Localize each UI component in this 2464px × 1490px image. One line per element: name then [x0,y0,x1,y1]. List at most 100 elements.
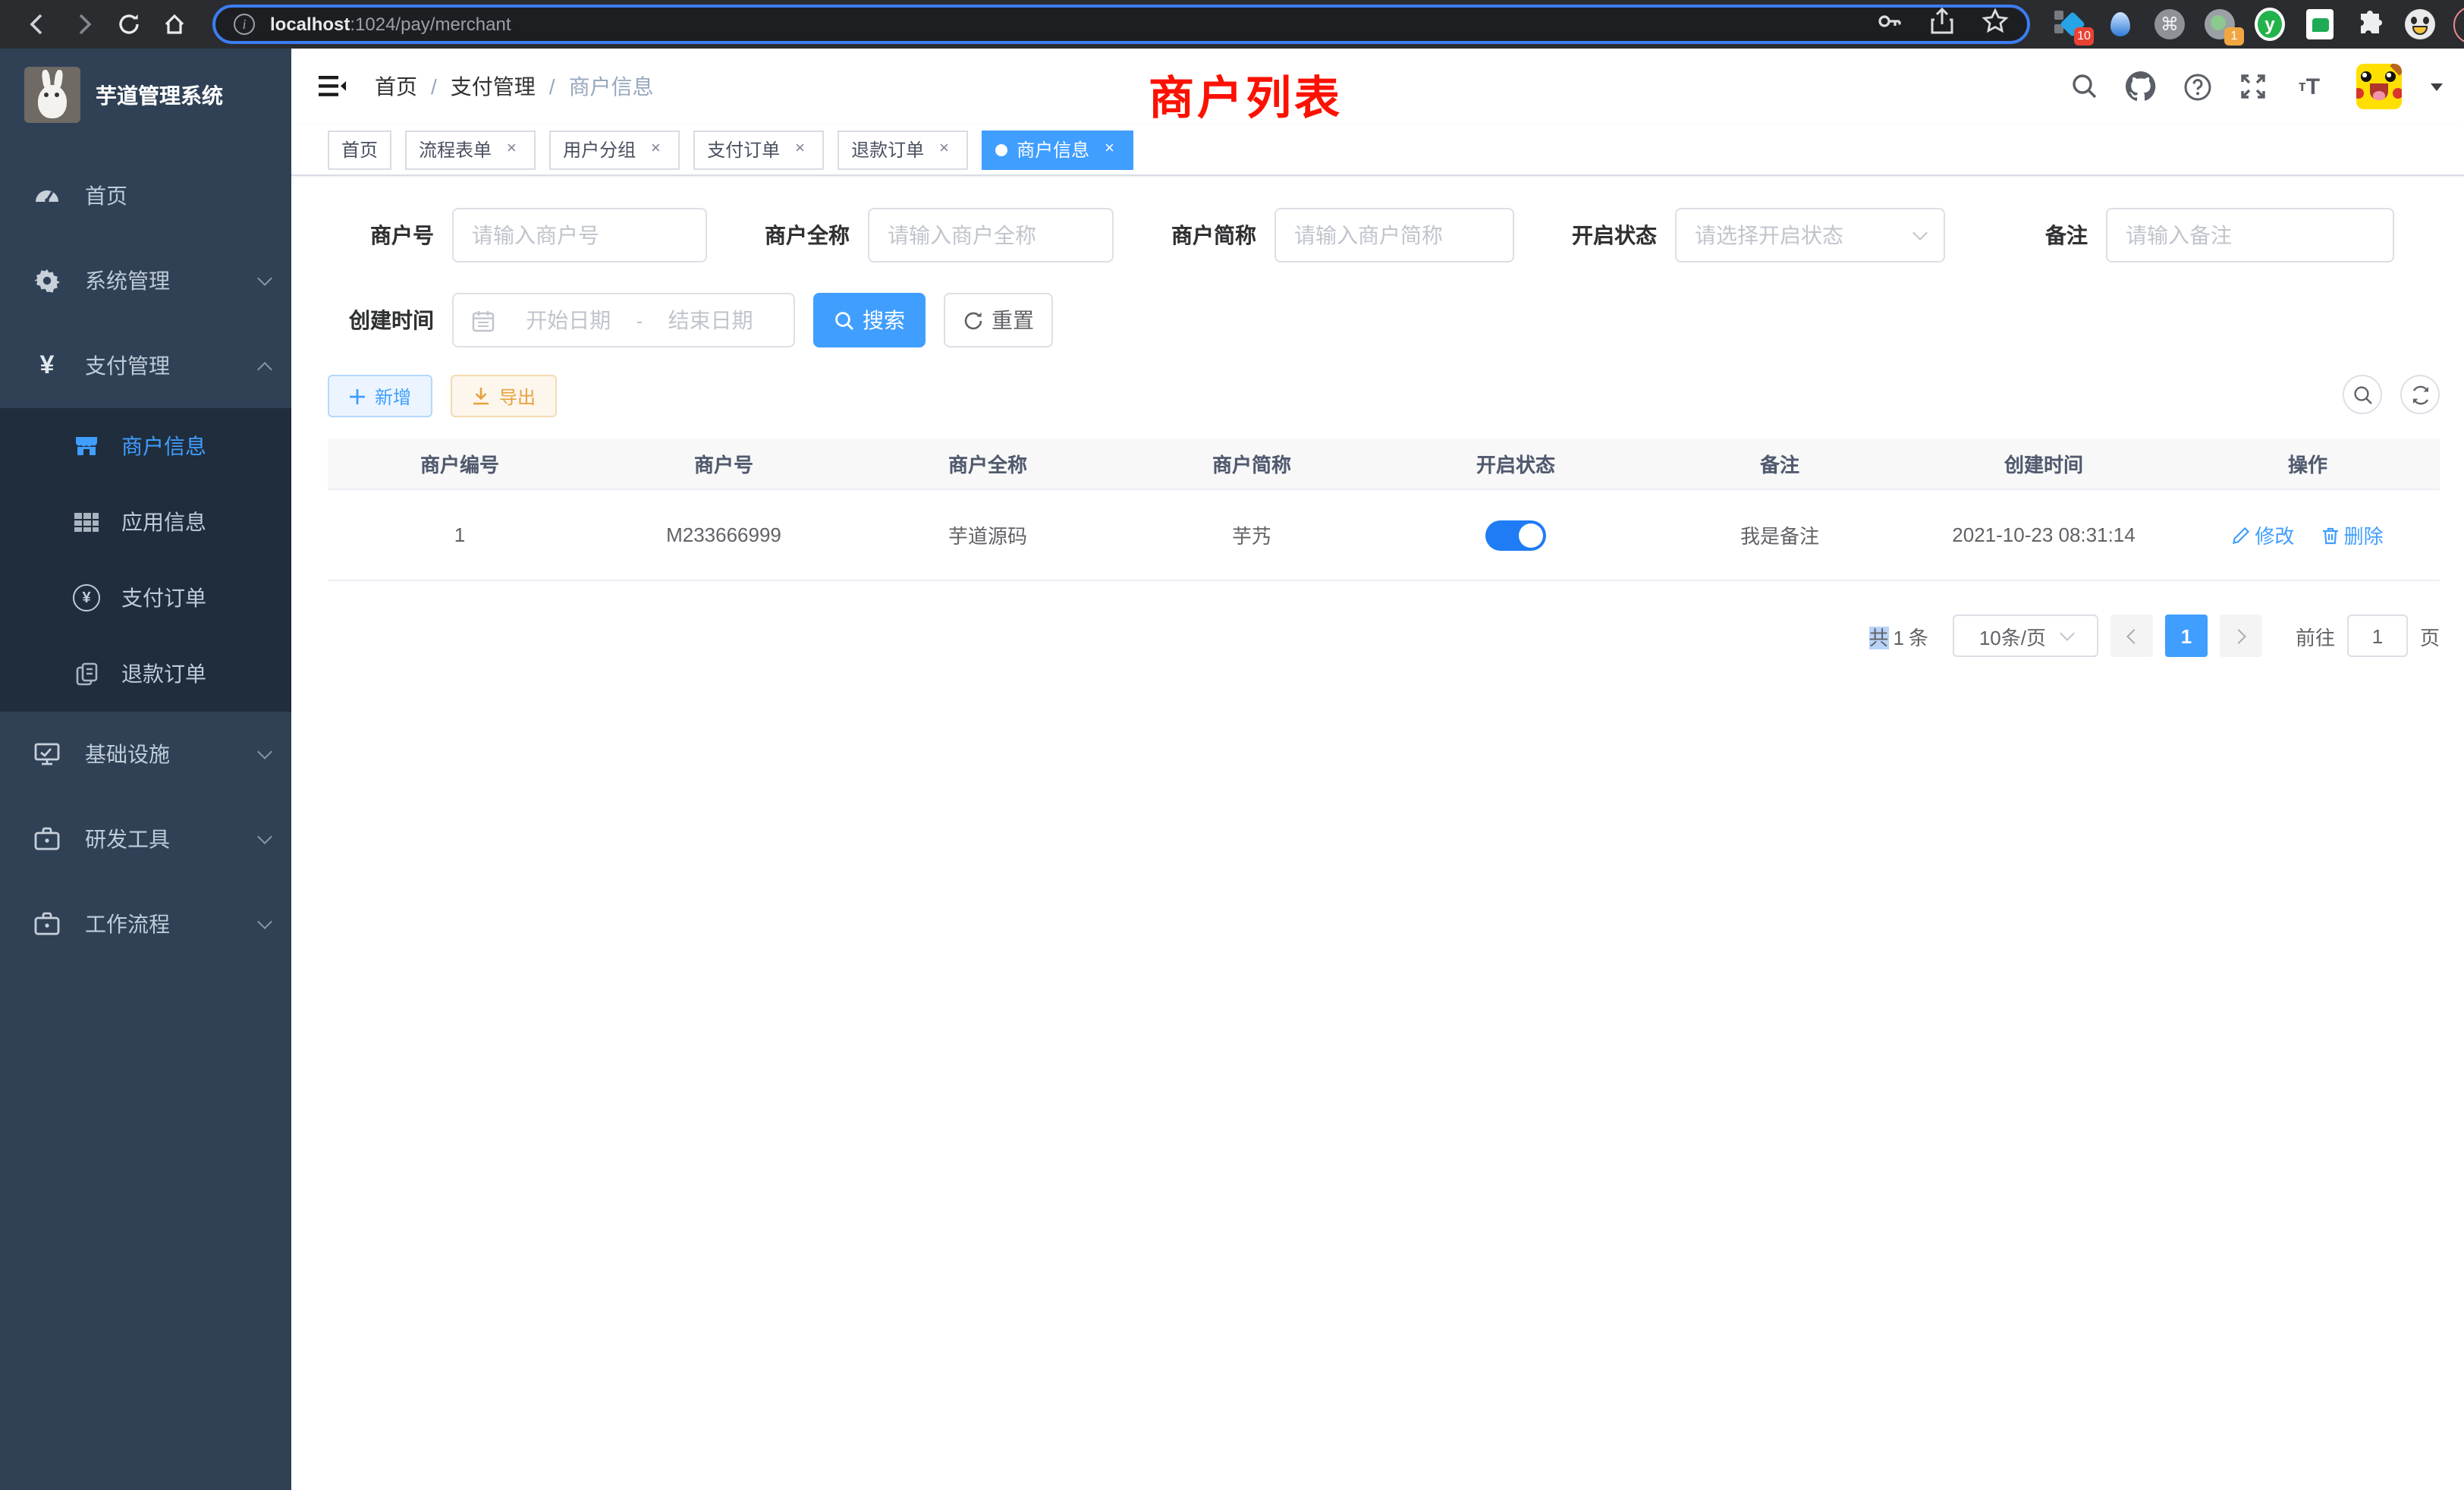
sidebar-item-refund-order[interactable]: 退款订单 [0,636,291,712]
search-icon[interactable] [2070,71,2100,102]
add-button[interactable]: 新增 [328,375,432,417]
cell-create-time: 2021-10-23 08:31:14 [1912,523,2176,546]
help-icon[interactable] [2182,71,2212,102]
extensions-puzzle-icon[interactable] [2355,9,2385,39]
tab-home[interactable]: 首页 [328,130,391,169]
sidebar-item-merchant-info[interactable]: 商户信息 [0,408,291,484]
dashboard-icon [33,182,61,209]
profile-avatar-icon[interactable] [2405,9,2435,39]
site-info-icon[interactable]: i [234,14,255,35]
date-separator: - [633,309,646,332]
search-button[interactable]: 搜索 [813,293,926,347]
filter-row-2: 创建时间 - 搜索 重置 [291,293,2464,347]
bookmark-star-icon[interactable] [1982,7,2009,42]
tab-user-group[interactable]: 用户分组 [549,130,680,169]
sidebar-item-pay-order[interactable]: 支付订单 [0,560,291,636]
chevron-down-icon [2059,626,2074,641]
password-key-icon[interactable] [1875,7,1903,42]
status-select[interactable] [1675,208,1945,262]
tab-close-icon[interactable] [501,139,522,160]
sidebar-item-label: 商户信息 [121,431,270,461]
address-bar[interactable]: i localhost:1024/pay/merchant [212,5,2030,44]
sidebar-item-home[interactable]: 首页 [0,153,291,238]
filter-create-time: 创建时间 - [328,293,795,347]
tab-pay-order[interactable]: 支付订单 [693,130,824,169]
extension-command-icon[interactable]: ⌘ [2154,9,2185,39]
forward-icon[interactable] [61,5,106,44]
share-icon[interactable] [1930,7,1954,42]
sidebar-logo[interactable]: 芋道管理系统 [0,49,291,144]
url-host: localhost [270,14,350,35]
toggle-search-button[interactable] [2343,375,2382,414]
tab-close-icon[interactable] [933,139,954,160]
sidebar-item-infra[interactable]: 基础设施 [0,712,291,797]
browser-update-button[interactable]: 更新 [2453,5,2464,43]
refresh-table-button[interactable] [2400,375,2440,414]
remark-input[interactable] [2126,223,2374,247]
column-header: 开启状态 [1384,449,1648,478]
cell-operations: 修改 删除 [2176,520,2440,549]
sidebar-item-dev-tools[interactable]: 研发工具 [0,797,291,882]
tab-close-icon[interactable] [645,139,666,160]
home-icon[interactable] [152,5,197,44]
breadcrumb-current: 商户信息 [569,71,654,102]
prev-page-button[interactable] [2110,615,2153,657]
page-unit-label: 页 [2420,621,2440,650]
page-number-1[interactable]: 1 [2165,615,2208,657]
field-label: 备注 [1982,220,2106,250]
end-date-input[interactable] [646,308,775,332]
page-size-select[interactable]: 10条/页 [1953,615,2098,657]
tab-merchant-info-active[interactable]: 商户信息 [982,130,1133,169]
sidebar-item-workflow[interactable]: 工作流程 [0,882,291,967]
sidebar-collapse-icon[interactable] [314,68,350,105]
reset-button[interactable]: 重置 [944,293,1053,347]
extension-y-icon[interactable]: y [2255,9,2285,39]
sidebar-item-system[interactable]: 系统管理 [0,238,291,323]
start-date-input[interactable] [504,308,633,332]
delete-link[interactable]: 删除 [2321,520,2384,549]
next-page-button[interactable] [2220,615,2262,657]
extension-diamond-icon[interactable]: 10 [2054,9,2085,39]
calendar-icon [472,309,495,332]
column-header: 商户号 [592,449,856,478]
date-range-picker[interactable]: - [452,293,795,347]
tab-close-icon[interactable] [1098,139,1120,160]
refresh-icon[interactable] [106,5,152,44]
back-icon[interactable] [15,5,61,44]
user-avatar[interactable] [2356,64,2402,109]
github-icon[interactable] [2126,71,2156,102]
status-toggle[interactable] [1485,520,1546,550]
navbar-actions: тT [2070,64,2443,109]
extension-recorder-icon[interactable]: 1 [2205,9,2235,39]
sidebar-item-app-info[interactable]: 应用信息 [0,484,291,560]
cell-full-name: 芋道源码 [856,520,1120,549]
column-header: 商户简称 [1120,449,1384,478]
status-select-input[interactable] [1695,223,1915,247]
extension-chat-icon[interactable] [2305,9,2335,39]
filter-row-1: 商户号 商户全称 商户简称 开启状态 备注 [291,208,2464,262]
sidebar: 芋道管理系统 首页 系统管理 支付管理 [0,49,291,1490]
extension-balloon-icon[interactable] [2104,9,2135,39]
tab-refund-order[interactable]: 退款订单 [838,130,968,169]
tab-process-form[interactable]: 流程表单 [405,130,536,169]
breadcrumb-home[interactable]: 首页 [375,71,417,102]
edit-link[interactable]: 修改 [2232,520,2294,549]
sidebar-item-label: 研发工具 [85,824,259,854]
font-size-icon[interactable]: тT [2294,71,2324,102]
document-icon [73,660,100,687]
merchant-no-input[interactable] [472,223,687,247]
filter-status: 开启状态 [1551,208,1945,262]
sidebar-item-pay[interactable]: 支付管理 [0,323,291,408]
goto-page-input[interactable] [2347,615,2408,657]
monitor-icon [33,740,61,768]
fullscreen-icon[interactable] [2238,71,2268,102]
avatar-caret-icon[interactable] [2431,83,2443,90]
pay-order-icon [73,584,100,611]
field-label: 创建时间 [328,305,452,335]
tab-close-icon[interactable] [789,139,810,160]
full-name-input[interactable] [888,223,1094,247]
chevron-up-icon [257,361,272,376]
export-button[interactable]: 导出 [451,375,557,417]
breadcrumb-pay[interactable]: 支付管理 [451,71,536,102]
short-name-input[interactable] [1294,223,1494,247]
